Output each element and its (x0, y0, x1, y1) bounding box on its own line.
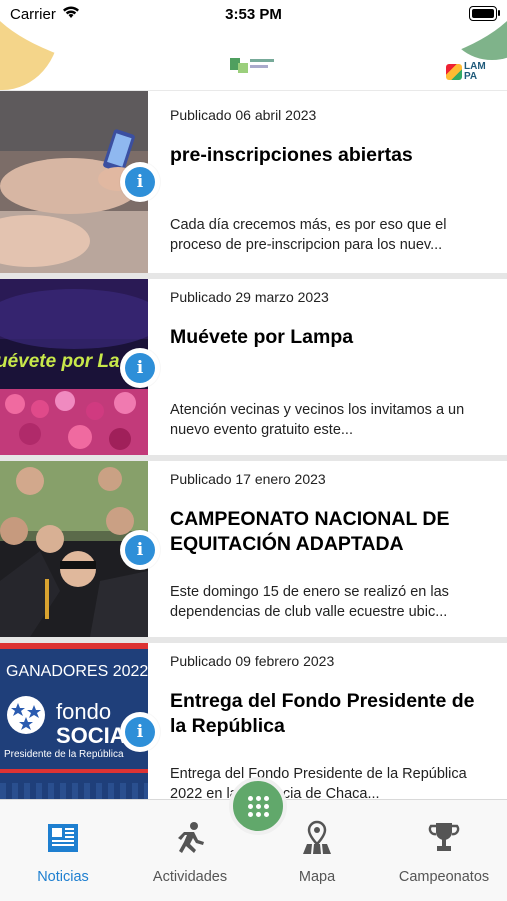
info-icon: i (125, 535, 155, 565)
map-pin-icon (303, 820, 331, 854)
info-button[interactable]: i (120, 348, 160, 388)
info-button[interactable]: i (120, 530, 160, 570)
stars-logo-icon (7, 696, 45, 734)
news-date: Publicado 06 abril 2023 (170, 107, 317, 123)
tab-label: Mapa (298, 869, 336, 885)
thumbnail-event-text: uévete por La (0, 351, 120, 372)
status-bar: Carrier 3:53 PM (0, 0, 507, 30)
news-date: Publicado 29 marzo 2023 (170, 289, 329, 305)
news-card[interactable]: uévete por La i Publicado 29 marzo 2023 … (0, 273, 507, 455)
thumbnail-fondo-text: fondo (56, 699, 112, 724)
news-date: Publicado 09 febrero 2023 (170, 653, 335, 669)
tab-noticias[interactable]: Noticias (0, 800, 126, 900)
news-card[interactable]: i Publicado 06 abril 2023 pre-inscripcio… (0, 91, 507, 273)
info-button[interactable]: i (120, 712, 160, 752)
news-excerpt: Atención vecinas y vecinos los invitamos… (170, 402, 465, 438)
news-excerpt: Cada día crecemos más, es por eso que el… (170, 217, 447, 253)
news-title[interactable]: Entrega del Fondo Presidente de la Repúb… (170, 689, 493, 739)
tab-campeonatos[interactable]: Campeonatos (381, 800, 507, 900)
info-icon: i (125, 353, 155, 383)
battery-icon (469, 6, 500, 21)
news-excerpt: Entrega del Fondo Presidente de la Repúb… (170, 766, 467, 799)
news-card[interactable]: i Publicado 17 enero 2023 CAMPEONATO NAC… (0, 455, 507, 637)
news-date: Publicado 17 enero 2023 (170, 471, 326, 487)
grid-icon (247, 795, 269, 817)
news-feed[interactable]: i Publicado 06 abril 2023 pre-inscripcio… (0, 91, 507, 799)
news-title[interactable]: Muévete por Lampa (170, 325, 493, 350)
info-icon: i (125, 167, 155, 197)
news-card[interactable]: GANADORES 2022 fondo SOCIAL Presidente d… (0, 637, 507, 799)
news-excerpt: Este domingo 15 de enero se realizó en l… (170, 584, 449, 620)
thumbnail-title-text: GANADORES 2022 (6, 663, 148, 680)
tab-label: Actividades (152, 869, 228, 885)
tab-label: Noticias (37, 869, 89, 885)
clock: 3:53 PM (225, 6, 282, 23)
news-title[interactable]: pre-inscripciones abiertas (170, 143, 493, 168)
deporte-lampa-logo (230, 58, 274, 74)
runner-icon (178, 822, 204, 853)
info-icon: i (125, 717, 155, 747)
tab-label: Campeonatos (398, 869, 490, 885)
thumbnail-presidente-text: Presidente de la República (4, 749, 124, 760)
trophy-icon (428, 823, 460, 851)
newspaper-icon (48, 824, 78, 852)
municipality-logo: LAM PA (446, 62, 494, 82)
menu-grid-button[interactable] (229, 777, 287, 835)
news-title[interactable]: CAMPEONATO NACIONAL DE EQUITACIÓN ADAPTA… (170, 507, 493, 557)
info-button[interactable]: i (120, 162, 160, 202)
